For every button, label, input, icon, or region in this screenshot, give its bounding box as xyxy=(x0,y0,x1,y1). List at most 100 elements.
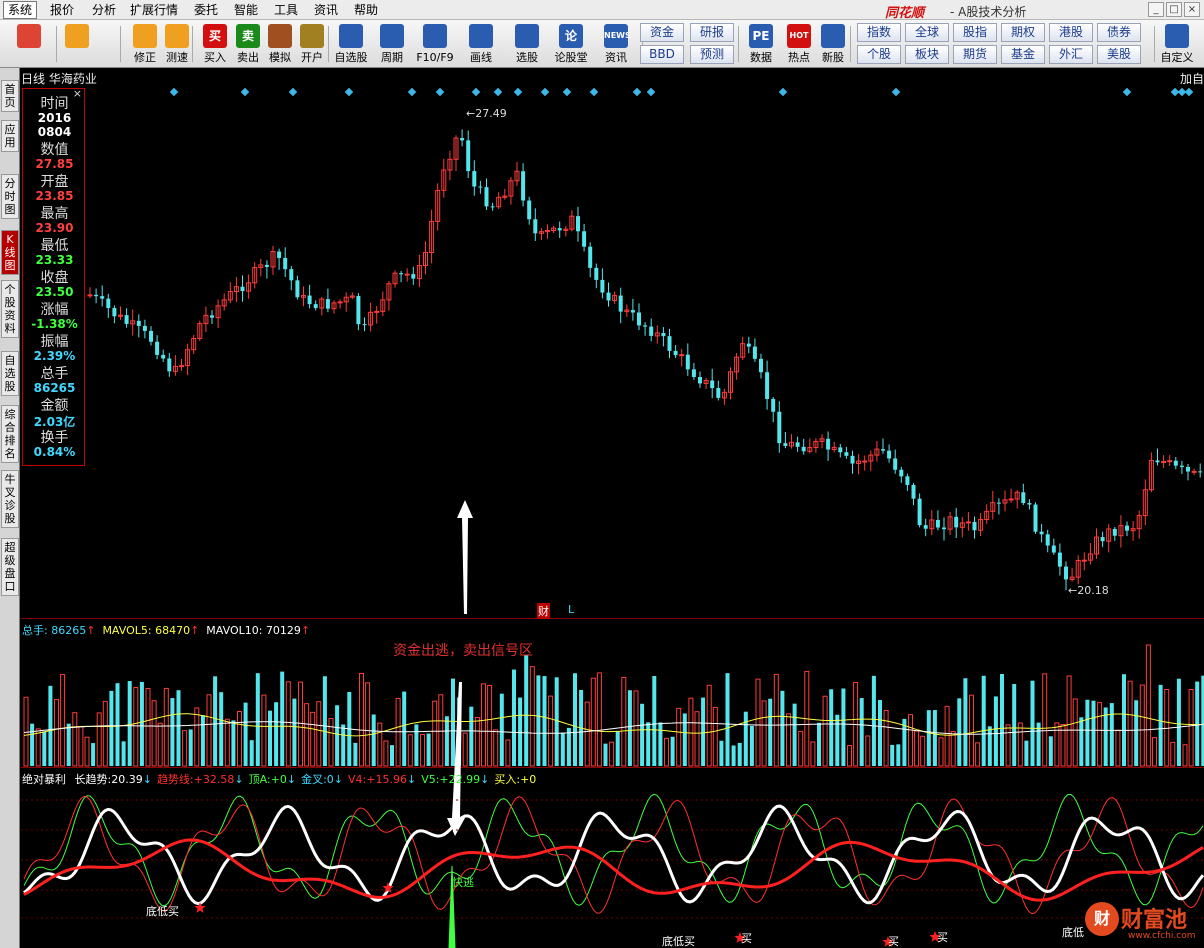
candle-body-down xyxy=(106,298,111,309)
candle-body-down xyxy=(325,299,330,309)
volume-bar-down xyxy=(542,676,547,766)
volume-bar-down xyxy=(139,681,144,766)
down-arrow-icon xyxy=(447,682,465,836)
candle-body-down xyxy=(582,231,587,247)
volume-bar-up xyxy=(584,701,590,767)
long-trend-line xyxy=(23,804,1204,906)
info-value: 2.39% xyxy=(33,349,76,363)
volume-bar-up xyxy=(1072,698,1078,767)
volume-bar-up xyxy=(822,695,828,767)
volume-bar-down xyxy=(658,722,663,766)
info-label: 收盘 xyxy=(40,270,69,286)
volume-bar-up xyxy=(950,730,956,767)
volume-bar-down xyxy=(768,698,773,766)
volume-bar-up xyxy=(365,682,371,767)
volume-bar-down xyxy=(176,690,181,766)
info-label: 振幅 xyxy=(40,334,69,350)
candle-body-down xyxy=(1179,465,1184,468)
volume-bar-down xyxy=(841,688,846,766)
volume-bar-down xyxy=(115,683,120,766)
candle-body-down xyxy=(606,292,611,301)
indicator-item-arrow: ↓ xyxy=(142,773,152,786)
candle-body-down xyxy=(155,341,160,355)
volume-bar-down xyxy=(121,741,126,766)
volume-bar-up xyxy=(1139,684,1145,767)
candle-body-down xyxy=(1198,471,1203,473)
volume-bar-down xyxy=(932,710,937,766)
event-diamond-icon xyxy=(540,87,550,97)
volume-bar-down xyxy=(963,678,968,766)
candle-body-up xyxy=(179,365,184,368)
candle-body-down xyxy=(630,310,635,313)
volume-bar-down xyxy=(127,681,132,766)
indicator-item-label: 顶A: xyxy=(248,773,271,786)
candle-body-down xyxy=(264,264,269,267)
indicator-item-label: V4: xyxy=(348,773,367,786)
candle-body-down xyxy=(460,138,465,141)
l-marker[interactable]: L xyxy=(568,603,574,616)
candle-body-down xyxy=(307,295,312,305)
candle-body-down xyxy=(1186,467,1190,472)
candle-body-down xyxy=(1033,504,1038,532)
volume-bar-up xyxy=(1188,688,1194,767)
volume-bar-down xyxy=(646,722,651,766)
trend-line xyxy=(23,838,1204,902)
watermark-text: 财富池 xyxy=(1121,908,1188,933)
volume-bar-up xyxy=(920,735,926,767)
volume-bar-up xyxy=(224,718,230,767)
mavol10-label: MAVOL10: xyxy=(206,624,263,637)
finance-marker[interactable]: 财 xyxy=(537,603,550,619)
indicator-item-arrow: ↓ xyxy=(286,773,297,786)
watermark-logo: 财 xyxy=(1085,902,1119,936)
candle-body-up xyxy=(1081,559,1087,562)
volume-bar-down xyxy=(749,725,754,766)
candle-body-down xyxy=(362,324,367,326)
volume-bar-up xyxy=(865,735,871,767)
volume-bar-up xyxy=(157,722,163,767)
volume-bar-up xyxy=(761,700,767,767)
event-diamond-icon xyxy=(435,87,445,97)
candle-body-down xyxy=(283,257,288,270)
mavol10-value: 70129 xyxy=(265,624,301,637)
candle-body-down xyxy=(588,246,593,268)
volume-bar-down xyxy=(1079,717,1084,766)
volume-bar-down xyxy=(670,736,675,766)
volume-bar-up xyxy=(432,700,438,767)
candle-body-down xyxy=(478,186,483,188)
candle-body-down xyxy=(1057,552,1062,567)
volume-bar-up xyxy=(72,712,78,767)
event-diamond-icon xyxy=(471,87,481,97)
info-label: 总手 xyxy=(40,366,69,382)
low-price-value: 20.18 xyxy=(1077,584,1109,597)
volume-bar-down xyxy=(255,673,260,766)
candle-body-down xyxy=(1125,525,1129,531)
volume-bar-up xyxy=(78,726,84,767)
volume-bar-up xyxy=(84,736,90,767)
volume-bar-up xyxy=(590,677,596,767)
volume-bar-up xyxy=(1017,722,1023,767)
volume-bar-up xyxy=(194,707,200,767)
candle-body-down xyxy=(752,346,757,359)
candle-body-down xyxy=(313,304,318,309)
info-label: 时间 xyxy=(40,96,69,112)
indicator-item-label: 趋势线: xyxy=(156,773,194,786)
volume-bar-up xyxy=(1005,724,1011,767)
info-value: 27.85 xyxy=(35,157,74,171)
volume-bar-up xyxy=(54,699,59,767)
info-value: 0.84% xyxy=(33,445,76,459)
chart-canvas[interactable] xyxy=(0,0,1204,948)
event-diamond-icon xyxy=(344,87,354,97)
volume-bar-up xyxy=(163,687,169,767)
indicator-item-arrow: ↓ xyxy=(333,773,344,786)
event-diamond-icon xyxy=(169,87,179,97)
candle-body-down xyxy=(594,267,599,280)
indicator-item-arrow: ↓ xyxy=(480,773,490,786)
info-value: 23.33 xyxy=(35,253,74,267)
volume-bar-down xyxy=(30,723,35,766)
volume-bar-down xyxy=(499,693,504,766)
volume-bar-up xyxy=(285,681,291,767)
indicator-name: 绝对暴利 xyxy=(22,773,66,786)
volume-bar-up xyxy=(60,674,66,767)
volume-bar-down xyxy=(560,732,565,766)
candle-body-down xyxy=(899,469,904,477)
